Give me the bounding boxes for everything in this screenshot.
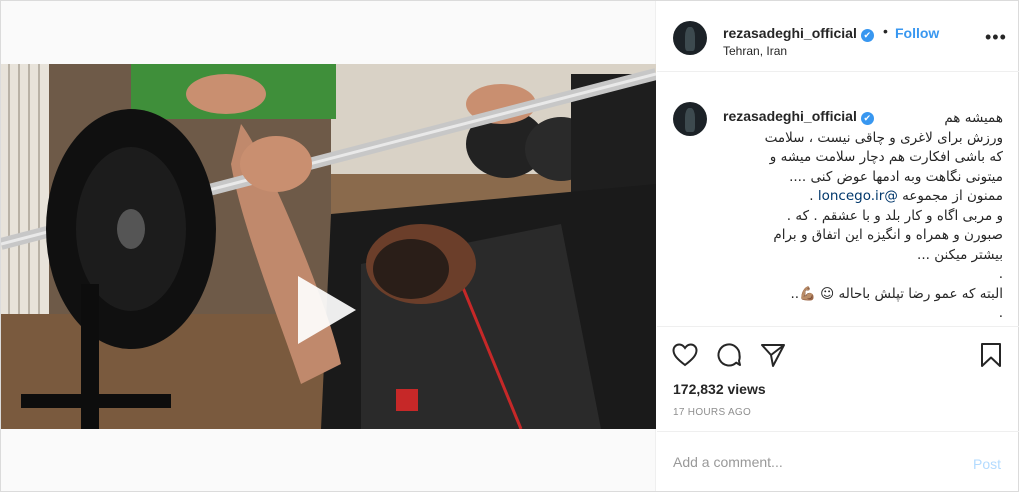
caption-text: همیشه هم ورزش برای لاغری و چاقی نیست ، س… (723, 109, 1003, 324)
views-count[interactable]: 172,832 views (673, 381, 766, 397)
action-bar: 172,832 views 17 HOURS AGO (657, 326, 1019, 430)
follow-button[interactable]: Follow (895, 25, 939, 41)
separator-dot: • (883, 23, 888, 39)
media-panel (1, 1, 656, 491)
comment-icon[interactable] (715, 341, 743, 369)
caption-line: میتونی نگاهت وبه ادمها عوض کنی .... (789, 168, 1003, 185)
caption-line-text: ممنون از مجموعه (902, 188, 1003, 204)
caption-line: که باشی افکارت هم دچار سلامت میشه و (769, 149, 1003, 165)
mention-suffix: . (809, 188, 818, 204)
author-username[interactable]: rezasadeghi_official ✔ (723, 25, 874, 42)
paper-plane-icon[interactable] (759, 341, 787, 369)
caption-line-mention: ممنون از مجموعه @loncego.ir . (723, 187, 1003, 207)
location-link[interactable]: Tehran, Iran (723, 44, 787, 58)
play-icon[interactable] (298, 276, 356, 344)
post-header: rezasadeghi_official ✔ • Follow Tehran, I… (657, 1, 1019, 72)
post-timestamp[interactable]: 17 HOURS AGO (673, 407, 751, 418)
caption-line: البته که عمو رضا تپلش باحاله ☺ 💪🏽.. (790, 285, 1003, 302)
heart-icon[interactable] (671, 341, 699, 369)
caption-line: و مربی اگاه و کار بلد و با عشقم . که . (786, 207, 1003, 224)
more-options-icon[interactable]: ••• (985, 28, 1007, 46)
username-text[interactable]: rezasadeghi_official (723, 25, 857, 41)
caption-line: همیشه هم (944, 110, 1003, 126)
comment-form: Post (657, 431, 1019, 491)
caption-line: . (998, 266, 1003, 282)
caption-line: صبورن و همراه و انگیزه این اتفاق و برام (773, 227, 1003, 243)
caption-line: . (998, 305, 1003, 321)
mention-link[interactable]: @loncego.ir (818, 188, 898, 204)
caption-avatar[interactable] (673, 102, 707, 136)
caption-line: بیشتر میکنن ... (917, 246, 1003, 263)
post-side-panel: rezasadeghi_official ✔ • Follow Tehran, I… (657, 1, 1019, 491)
author-avatar[interactable] (673, 21, 707, 55)
post-comment-button[interactable]: Post (973, 456, 1001, 472)
video-frame (1, 64, 656, 429)
comment-input[interactable] (673, 454, 953, 470)
instagram-post: rezasadeghi_official ✔ • Follow Tehran, I… (0, 0, 1019, 492)
bookmark-icon[interactable] (977, 341, 1005, 369)
video-player[interactable] (1, 64, 656, 429)
caption-line: ورزش برای لاغری و چاقی نیست ، سلامت (764, 129, 1003, 146)
verified-icon: ✔ (860, 29, 874, 42)
caption-area: rezasadeghi_official ✔ همیشه هم ورزش برای… (657, 72, 1019, 326)
